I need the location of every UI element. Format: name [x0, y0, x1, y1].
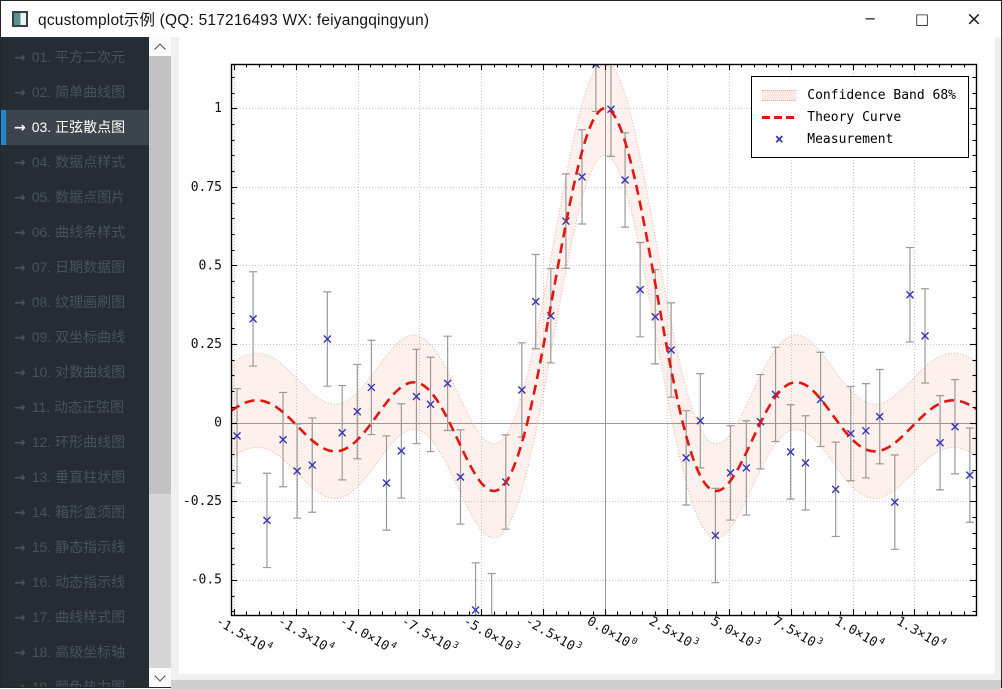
legend-label: Confidence Band 68% — [807, 88, 956, 103]
sidebar-item-label: 04. 数据点样式 — [32, 154, 125, 170]
arrow-icon: → — [14, 400, 26, 416]
arrow-icon: → — [14, 225, 26, 241]
measurement-swatch: × — [761, 132, 797, 147]
sidebar-item-15[interactable]: → 15. 静态指示线 — [1, 530, 149, 565]
arrow-icon: → — [14, 645, 26, 661]
sidebar-item-07[interactable]: → 07. 日期数据图 — [1, 250, 149, 285]
legend-label: Measurement — [807, 132, 893, 147]
sidebar-item-08[interactable]: → 08. 纹理画刷图 — [1, 285, 149, 320]
arrow-icon: → — [14, 50, 26, 66]
sidebar-item-label: 01. 平方二次元 — [32, 49, 125, 65]
sidebar-item-label: 17. 曲线样式图 — [32, 609, 125, 625]
maximize-button[interactable]: □ — [896, 1, 948, 37]
sidebar-item-label: 13. 垂直柱状图 — [32, 469, 125, 485]
titlebar: qcustomplot示例 (QQ: 517216493 WX: feiyang… — [1, 1, 1001, 37]
sidebar-item-02[interactable]: → 02. 简单曲线图 — [1, 75, 149, 110]
sidebar: → 01. 平方二次元 → 02. 简单曲线图 → 03. 正弦散点图 → 04. 数据点样式… — [1, 37, 171, 687]
arrow-icon: → — [14, 365, 26, 381]
arrow-icon: → — [14, 295, 26, 311]
sidebar-item-label: 05. 数据点图片 — [32, 189, 125, 205]
arrow-icon: → — [14, 575, 26, 591]
plot-widget: Confidence Band 68% Theory Curve × Measu… — [179, 37, 995, 674]
sidebar-item-label: 18. 高级坐标轴 — [32, 644, 125, 660]
sidebar-item-label: 06. 曲线条样式 — [32, 224, 125, 240]
sidebar-item-04[interactable]: → 04. 数据点样式 — [1, 145, 149, 180]
app-icon — [12, 11, 28, 27]
sidebar-item-label: 19. 颜色热力图 — [32, 679, 125, 687]
sidebar-item-11[interactable]: → 11. 动态正弦图 — [1, 390, 149, 425]
arrow-icon: → — [14, 470, 26, 486]
sidebar-item-18[interactable]: → 18. 高级坐标轴 — [1, 635, 149, 670]
scroll-down-button[interactable] — [149, 668, 171, 687]
sidebar-item-label: 12. 环形曲线图 — [32, 434, 125, 450]
legend-item-theory-curve: Theory Curve — [761, 106, 956, 128]
window-title: qcustomplot示例 (QQ: 517216493 WX: feiyang… — [38, 8, 429, 30]
sidebar-item-label: 02. 简单曲线图 — [32, 84, 125, 100]
arrow-icon: → — [14, 155, 26, 171]
minimize-button[interactable]: ─ — [844, 1, 896, 37]
confidence-band-swatch — [761, 90, 797, 101]
sidebar-scrollbar[interactable] — [149, 37, 171, 687]
sidebar-item-13[interactable]: → 13. 垂直柱状图 — [1, 460, 149, 495]
sidebar-item-05[interactable]: → 05. 数据点图片 — [1, 180, 149, 215]
sidebar-item-label: 11. 动态正弦图 — [32, 399, 124, 415]
arrow-icon: → — [14, 190, 26, 206]
sidebar-item-19[interactable]: → 19. 颜色热力图 — [1, 670, 149, 687]
arrow-icon: → — [14, 505, 26, 521]
sidebar-item-14[interactable]: → 14. 箱形盒须图 — [1, 495, 149, 530]
arrow-icon: → — [14, 435, 26, 451]
arrow-icon: → — [14, 680, 26, 687]
app-window: qcustomplot示例 (QQ: 517216493 WX: feiyang… — [0, 0, 1002, 688]
sidebar-item-label: 09. 双坐标曲线 — [32, 329, 125, 345]
sidebar-item-09[interactable]: → 09. 双坐标曲线 — [1, 320, 149, 355]
sidebar-item-12[interactable]: → 12. 环形曲线图 — [1, 425, 149, 460]
arrow-icon: → — [14, 260, 26, 276]
sidebar-item-label: 16. 动态指示线 — [32, 574, 125, 590]
sidebar-item-03[interactable]: → 03. 正弦散点图 — [1, 110, 149, 145]
legend-item-confidence-band: Confidence Band 68% — [761, 84, 956, 106]
arrow-icon: → — [14, 610, 26, 626]
sidebar-item-label: 10. 对数曲线图 — [32, 364, 125, 380]
sidebar-item-label: 15. 静态指示线 — [32, 539, 125, 555]
arrow-icon: → — [14, 540, 26, 556]
theory-curve-swatch — [761, 116, 797, 119]
scroll-up-button[interactable] — [149, 37, 171, 56]
window-controls: ─ □ × — [844, 1, 1000, 37]
chevron-down-icon — [154, 670, 165, 681]
close-button[interactable]: × — [948, 1, 1000, 37]
arrow-icon: → — [14, 330, 26, 346]
sidebar-item-17[interactable]: → 17. 曲线样式图 — [1, 600, 149, 635]
sidebar-item-06[interactable]: → 06. 曲线条样式 — [1, 215, 149, 250]
sidebar-item-label: 14. 箱形盒须图 — [32, 504, 125, 520]
legend-label: Theory Curve — [807, 110, 901, 125]
sidebar-item-10[interactable]: → 10. 对数曲线图 — [1, 355, 149, 390]
sidebar-item-label: 03. 正弦散点图 — [32, 119, 125, 135]
arrow-icon: → — [14, 120, 26, 136]
arrow-icon: → — [14, 85, 26, 101]
sidebar-item-label: 07. 日期数据图 — [32, 259, 125, 275]
chevron-up-icon — [154, 43, 165, 54]
sidebar-item-01[interactable]: → 01. 平方二次元 — [1, 40, 149, 75]
chart-legend: Confidence Band 68% Theory Curve × Measu… — [751, 76, 969, 158]
sidebar-list: → 01. 平方二次元 → 02. 简单曲线图 → 03. 正弦散点图 → 04. 数据点样式… — [1, 37, 149, 687]
sidebar-item-16[interactable]: → 16. 动态指示线 — [1, 565, 149, 600]
scrollbar-thumb[interactable] — [149, 56, 171, 494]
sidebar-item-label: 08. 纹理画刷图 — [32, 294, 125, 310]
legend-item-measurement: × Measurement — [761, 128, 956, 150]
